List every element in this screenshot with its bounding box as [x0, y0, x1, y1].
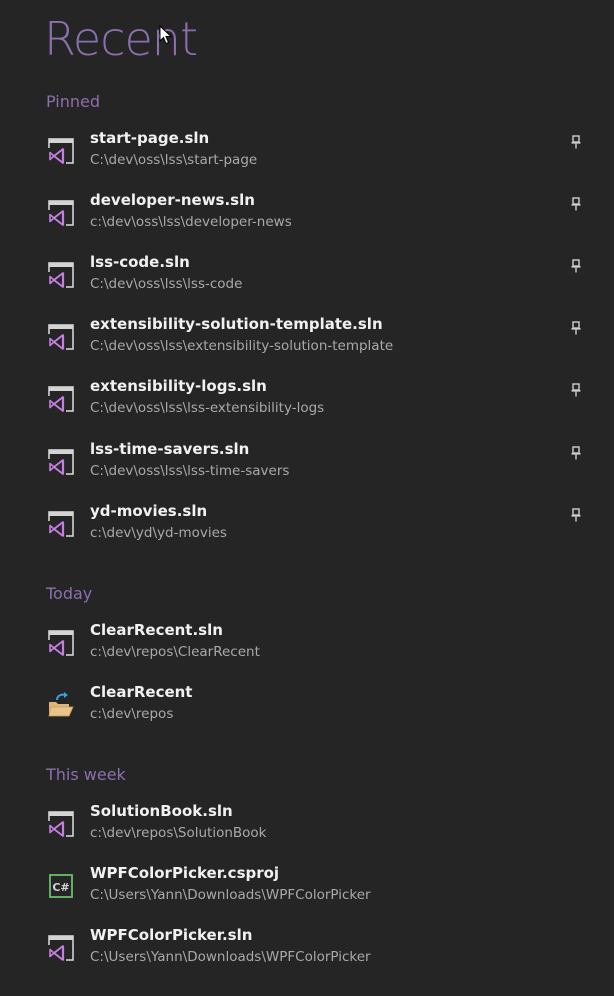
recent-item-name: ClearRecent: [90, 683, 193, 701]
recent-item-name: SolutionBook.sln: [90, 802, 233, 820]
vs-solution-icon: [46, 809, 76, 839]
recent-item[interactable]: WPFColorPicker.sln C:\Users\Yann\Download…: [44, 925, 604, 977]
recent-item-path: C:\Users\Yann\Downloads\WPFColorPicker: [90, 887, 371, 903]
recent-item-name: extensibility-solution-template.sln: [90, 315, 383, 333]
vs-solution-icon: [46, 509, 76, 539]
recent-item[interactable]: extensibility-solution-template.sln C:\de…: [44, 314, 604, 366]
recent-item[interactable]: extensibility-logs.sln C:\dev\oss\lss\lss…: [44, 376, 604, 428]
recent-item-name: developer-news.sln: [90, 191, 255, 209]
vs-solution-icon: [46, 322, 76, 352]
section-header-pinned: Pinned: [46, 92, 101, 111]
recent-item[interactable]: SolutionBook.sln c:\dev\repos\SolutionBoo…: [44, 801, 604, 853]
recent-item-path: C:\dev\oss\lss\lss-extensibility-logs: [90, 400, 325, 416]
recent-item[interactable]: ClearRecent c:\dev\repos: [44, 682, 604, 734]
recent-item-name: WPFColorPicker.csproj: [90, 864, 280, 882]
open-folder-icon: [46, 690, 76, 720]
pin-icon[interactable]: [570, 382, 582, 397]
recent-title: Recent: [44, 12, 198, 66]
pin-icon[interactable]: [570, 320, 582, 335]
vs-solution-icon: [46, 933, 76, 963]
vs-solution-icon: [46, 260, 76, 290]
recent-item-path: c:\dev\repos\ClearRecent: [90, 644, 260, 660]
recent-item-name: WPFColorPicker.sln: [90, 926, 253, 944]
vs-solution-icon: [46, 198, 76, 228]
recent-item-name: lss-code.sln: [90, 253, 190, 271]
recent-item-path: c:\dev\oss\lss\developer-news: [90, 214, 292, 230]
section-header-today: Today: [46, 584, 93, 603]
pin-icon[interactable]: [570, 134, 582, 149]
pin-icon[interactable]: [570, 445, 582, 460]
recent-item-path: c:\dev\repos\SolutionBook: [90, 825, 267, 841]
vs-solution-icon: [46, 628, 76, 658]
csharp-project-icon: C#: [46, 871, 76, 901]
recent-item[interactable]: start-page.sln C:\dev\oss\lss\start-page: [44, 128, 604, 180]
recent-item-path: c:\dev\repos: [90, 706, 174, 722]
pin-icon[interactable]: [570, 507, 582, 522]
mouse-cursor-icon: [159, 25, 173, 45]
recent-item-path: C:\dev\oss\lss\extensibility-solution-te…: [90, 338, 394, 354]
recent-item[interactable]: C# WPFColorPicker.csproj C:\Users\Yann\Do…: [44, 863, 604, 915]
recent-item-name: extensibility-logs.sln: [90, 377, 267, 395]
recent-item[interactable]: lss-time-savers.sln C:\dev\oss\lss\lss-ti…: [44, 439, 604, 491]
vs-solution-icon: [46, 447, 76, 477]
recent-item-path: C:\Users\Yann\Downloads\WPFColorPicker: [90, 949, 371, 965]
recent-item-name: yd-movies.sln: [90, 502, 208, 520]
recent-item-path: C:\dev\oss\lss\lss-time-savers: [90, 463, 290, 479]
recent-item-name: lss-time-savers.sln: [90, 440, 250, 458]
recent-item[interactable]: developer-news.sln c:\dev\oss\lss\develop…: [44, 190, 604, 242]
recent-item[interactable]: yd-movies.sln c:\dev\yd\yd-movies: [44, 501, 604, 553]
svg-text:C#: C#: [52, 881, 69, 894]
recent-item-path: C:\dev\oss\lss\start-page: [90, 152, 258, 168]
recent-item-path: C:\dev\oss\lss\lss-code: [90, 276, 243, 292]
section-header-this-week: This week: [46, 765, 126, 784]
recent-item-name: ClearRecent.sln: [90, 621, 223, 639]
vs-solution-icon: [46, 136, 76, 166]
recent-item-path: c:\dev\yd\yd-movies: [90, 525, 227, 541]
recent-item[interactable]: lss-code.sln C:\dev\oss\lss\lss-code: [44, 252, 604, 304]
recent-item-name: start-page.sln: [90, 129, 210, 147]
pin-icon[interactable]: [570, 258, 582, 273]
recent-item[interactable]: ClearRecent.sln c:\dev\repos\ClearRecent: [44, 620, 604, 672]
pin-icon[interactable]: [570, 196, 582, 211]
vs-solution-icon: [46, 384, 76, 414]
